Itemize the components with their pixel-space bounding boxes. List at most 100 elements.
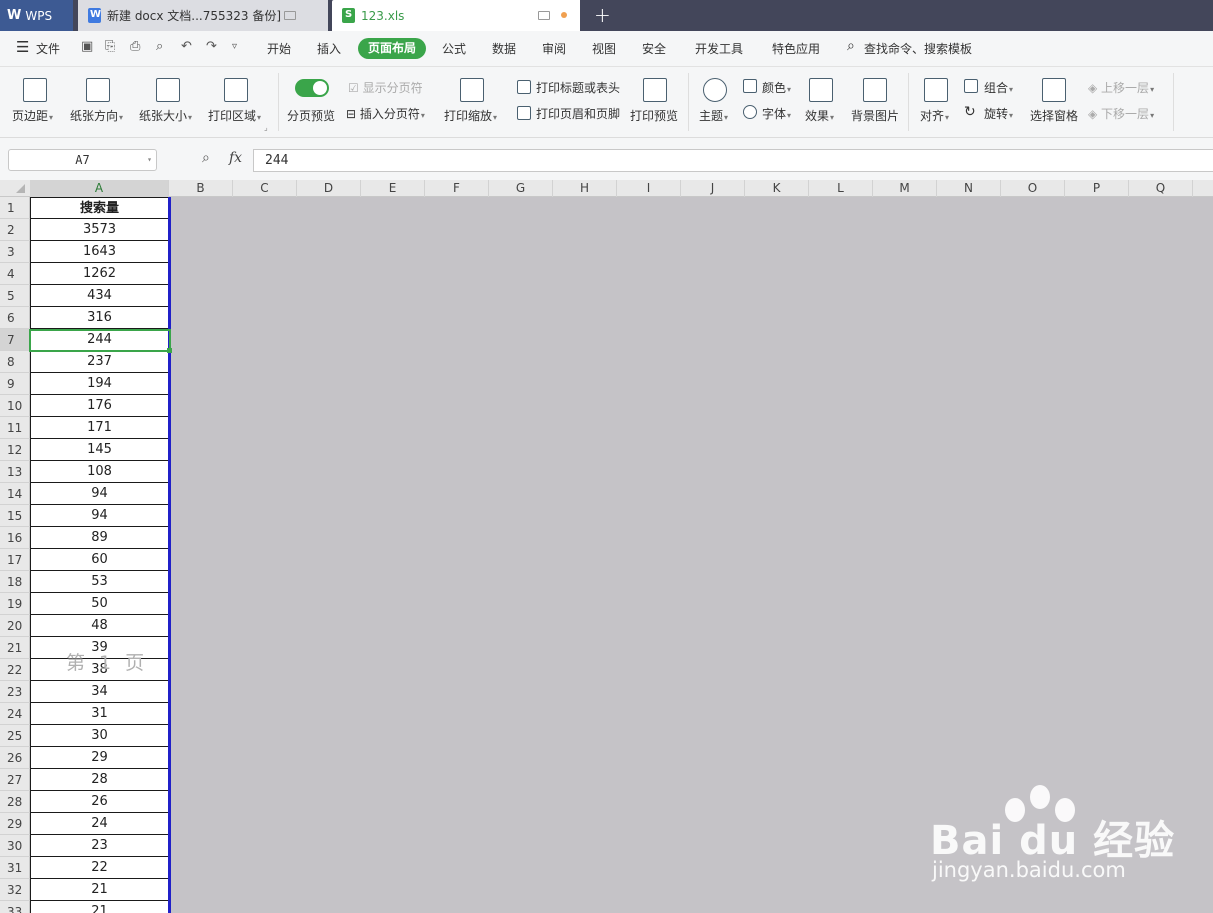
menu-file[interactable]: 文件 [36, 40, 60, 57]
row-header-7[interactable]: 7 [0, 329, 30, 351]
table-cell[interactable]: 94 [30, 483, 169, 505]
colors-button[interactable]: 颜色▾ [762, 79, 791, 96]
row-header-14[interactable]: 14 [0, 483, 30, 505]
row-header-32[interactable]: 32 [0, 879, 30, 901]
row-header-12[interactable]: 12 [0, 439, 30, 461]
column-header-m[interactable]: M [873, 180, 937, 197]
undo-icon[interactable]: ↶ [181, 40, 195, 54]
hamburger-menu-icon[interactable]: ☰ [16, 38, 29, 56]
print-icon[interactable]: ⎙ [130, 40, 144, 54]
row-header-23[interactable]: 23 [0, 681, 30, 703]
name-box[interactable]: A7 ▾ [8, 149, 157, 171]
row-header-17[interactable]: 17 [0, 549, 30, 571]
table-cell[interactable]: 108 [30, 461, 169, 483]
row-header-5[interactable]: 5 [0, 285, 30, 307]
print-preview-icon[interactable]: ⌕ [156, 40, 170, 54]
column-header-q[interactable]: Q [1129, 180, 1193, 197]
row-header-9[interactable]: 9 [0, 373, 30, 395]
row-header-19[interactable]: 19 [0, 593, 30, 615]
table-cell[interactable]: 21 [30, 879, 169, 901]
tab-doc[interactable]: 新建 docx 文档...755323 备份] [78, 0, 328, 31]
selection-pane-button[interactable]: 选择窗格 [1030, 107, 1078, 124]
column-header-e[interactable]: E [361, 180, 425, 197]
row-header-1[interactable]: 1 [0, 197, 30, 219]
table-cell[interactable]: 237 [30, 351, 169, 373]
table-cell[interactable]: 1643 [30, 241, 169, 263]
table-cell[interactable]: 434 [30, 285, 169, 307]
row-header-24[interactable]: 24 [0, 703, 30, 725]
column-header-n[interactable]: N [937, 180, 1001, 197]
table-cell[interactable]: 3573 [30, 219, 169, 241]
table-cell[interactable]: 28 [30, 769, 169, 791]
align-button[interactable]: 对齐▾ [920, 107, 949, 124]
header-cell[interactable]: 搜索量 [30, 197, 169, 219]
print-area-button[interactable]: 打印区域▾ [208, 107, 261, 124]
table-cell[interactable]: 316 [30, 307, 169, 329]
column-header-c[interactable]: C [233, 180, 297, 197]
column-header-d[interactable]: D [297, 180, 361, 197]
tab-wps-home[interactable]: W WPS [0, 0, 73, 31]
row-header-18[interactable]: 18 [0, 571, 30, 593]
export-pdf-icon[interactable]: ⎘ [105, 40, 119, 54]
row-header-13[interactable]: 13 [0, 461, 30, 483]
row-header-20[interactable]: 20 [0, 615, 30, 637]
table-cell[interactable]: 30 [30, 725, 169, 747]
table-cell[interactable]: 1262 [30, 263, 169, 285]
table-cell[interactable]: 176 [30, 395, 169, 417]
menu-security[interactable]: 安全 [642, 40, 666, 57]
rotate-button[interactable]: 旋转▾ [984, 105, 1013, 122]
effects-button[interactable]: 效果▾ [805, 107, 834, 124]
table-cell[interactable]: 29 [30, 747, 169, 769]
row-header-21[interactable]: 21 [0, 637, 30, 659]
row-header-26[interactable]: 26 [0, 747, 30, 769]
save-icon[interactable]: ▣ [81, 40, 95, 54]
fill-handle[interactable] [167, 348, 172, 353]
column-header-o[interactable]: O [1001, 180, 1065, 197]
column-header-j[interactable]: J [681, 180, 745, 197]
group-button[interactable]: 组合▾ [984, 79, 1013, 96]
table-cell[interactable]: 194 [30, 373, 169, 395]
column-header-l[interactable]: L [809, 180, 873, 197]
sheet-grid[interactable]: ABCDEFGHIJKLMNOPQ 1 2 3 4 5 6 7 8 9 10 11 12 13 14 15 1… [0, 180, 1213, 913]
row-header-22[interactable]: 22 [0, 659, 30, 681]
row-header-29[interactable]: 29 [0, 813, 30, 835]
table-cell[interactable]: 50 [30, 593, 169, 615]
menu-start[interactable]: 开始 [267, 40, 291, 57]
theme-button[interactable]: 主题▾ [699, 107, 728, 124]
column-header-g[interactable]: G [489, 180, 553, 197]
menu-insert[interactable]: 插入 [317, 40, 341, 57]
bring-forward-button[interactable]: ◈ 上移一层▾ [1088, 79, 1154, 96]
select-all-corner[interactable] [16, 184, 25, 193]
row-header-11[interactable]: 11 [0, 417, 30, 439]
send-backward-button[interactable]: ◈ 下移一层▾ [1088, 105, 1154, 122]
insert-function-button[interactable]: fx [229, 150, 242, 166]
orientation-button[interactable]: 纸张方向▾ [70, 107, 123, 124]
print-titles-button[interactable]: 打印标题或表头 [536, 79, 620, 96]
show-page-breaks-checkbox[interactable]: ☑ 显示分页符 [348, 79, 423, 96]
zoom-search-icon[interactable]: ⌕ [202, 150, 210, 166]
column-header-h[interactable]: H [553, 180, 617, 197]
column-header-p[interactable]: P [1065, 180, 1129, 197]
formula-input[interactable]: 244 [253, 149, 1213, 172]
row-header-28[interactable]: 28 [0, 791, 30, 813]
column-header-f[interactable]: F [425, 180, 489, 197]
menu-page-layout[interactable]: 页面布局 [358, 38, 426, 59]
menu-data[interactable]: 数据 [492, 40, 516, 57]
column-header-i[interactable]: I [617, 180, 681, 197]
chevron-down-icon[interactable]: ▾ [147, 150, 152, 170]
table-cell[interactable]: 31 [30, 703, 169, 725]
redo-icon[interactable]: ↷ [206, 40, 220, 54]
table-cell[interactable]: 171 [30, 417, 169, 439]
row-header-8[interactable]: 8 [0, 351, 30, 373]
fonts-button[interactable]: 字体▾ [762, 105, 791, 122]
row-header-10[interactable]: 10 [0, 395, 30, 417]
print-scale-button[interactable]: 打印缩放▾ [444, 107, 497, 124]
row-header-15[interactable]: 15 [0, 505, 30, 527]
column-header-a[interactable]: A [30, 180, 169, 197]
row-header-3[interactable]: 3 [0, 241, 30, 263]
insert-page-break-button[interactable]: ⊟ 插入分页符▾ [346, 105, 425, 122]
row-header-6[interactable]: 6 [0, 307, 30, 329]
print-area-dialog-launcher-icon[interactable]: ⌟ [264, 123, 268, 132]
table-cell[interactable]: 34 [30, 681, 169, 703]
table-cell[interactable]: 23 [30, 835, 169, 857]
